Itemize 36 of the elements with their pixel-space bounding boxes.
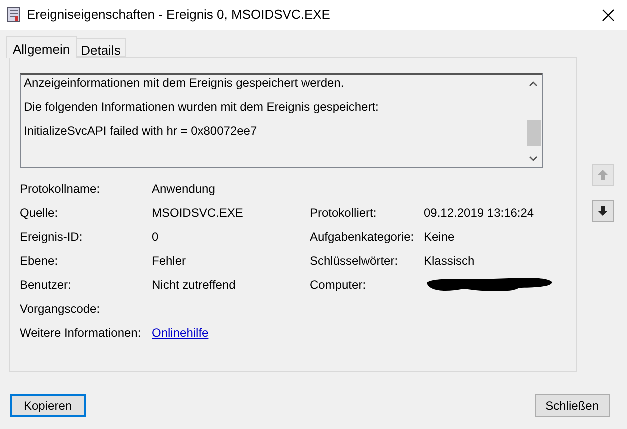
next-event-button[interactable] [592, 200, 614, 222]
close-icon[interactable] [602, 8, 615, 22]
scroll-thumb[interactable] [526, 120, 540, 146]
field-label: Quelle: [20, 205, 60, 222]
field-value: Fehler [152, 253, 186, 270]
field-label: Schlüsselwörter: [310, 253, 400, 270]
field-label: Aufgabenkategorie: [310, 229, 416, 246]
field-label: Benutzer: [20, 277, 72, 294]
scroll-up-icon[interactable] [529, 81, 538, 87]
copy-button[interactable]: Kopieren [10, 394, 86, 417]
field-label: Protokolliert: [310, 205, 378, 222]
window-title: Ereigniseigenschaften - Ereignis 0, MSOIDSVC.EXE [27, 6, 330, 24]
field-value: Nicht zutreffend [152, 277, 236, 294]
down-arrow-icon [597, 205, 609, 217]
field-label: Ebene: [20, 253, 60, 270]
field-value: Klassisch [424, 253, 475, 270]
event-log-icon [7, 7, 21, 23]
tab[interactable]: Allgemein [6, 36, 78, 58]
description-text: Anzeigeinformationen mit dem Ereignis gespeichert werden. [24, 76, 346, 90]
field-value: MSOIDSVC.EXE [152, 205, 244, 222]
description-text: Die folgenden Informationen wurden mit dem Ereignis gespeichert: [24, 100, 380, 114]
field-value: 09.12.2019 13:16:24 [424, 205, 534, 222]
field-value: 0 [152, 229, 159, 246]
scroll-down-icon[interactable] [529, 156, 538, 162]
field-label: Computer: [310, 277, 368, 294]
field-label: Weitere Informationen: [20, 325, 142, 342]
help-link[interactable]: Onlinehilfe [152, 324, 209, 342]
field-label: Ereignis-ID: [20, 229, 84, 246]
field-value: Keine [424, 229, 455, 246]
up-arrow-icon [597, 169, 609, 181]
field-value: Anwendung [152, 181, 216, 198]
close-button[interactable]: Schließen [534, 394, 610, 417]
field-label: Protokollname: [20, 181, 102, 198]
field-label: Vorgangscode: [20, 301, 102, 318]
description-text: InitializeSvcAPI failed with hr = 0x80072ee7 [24, 124, 258, 138]
tab[interactable]: Details [77, 38, 126, 57]
